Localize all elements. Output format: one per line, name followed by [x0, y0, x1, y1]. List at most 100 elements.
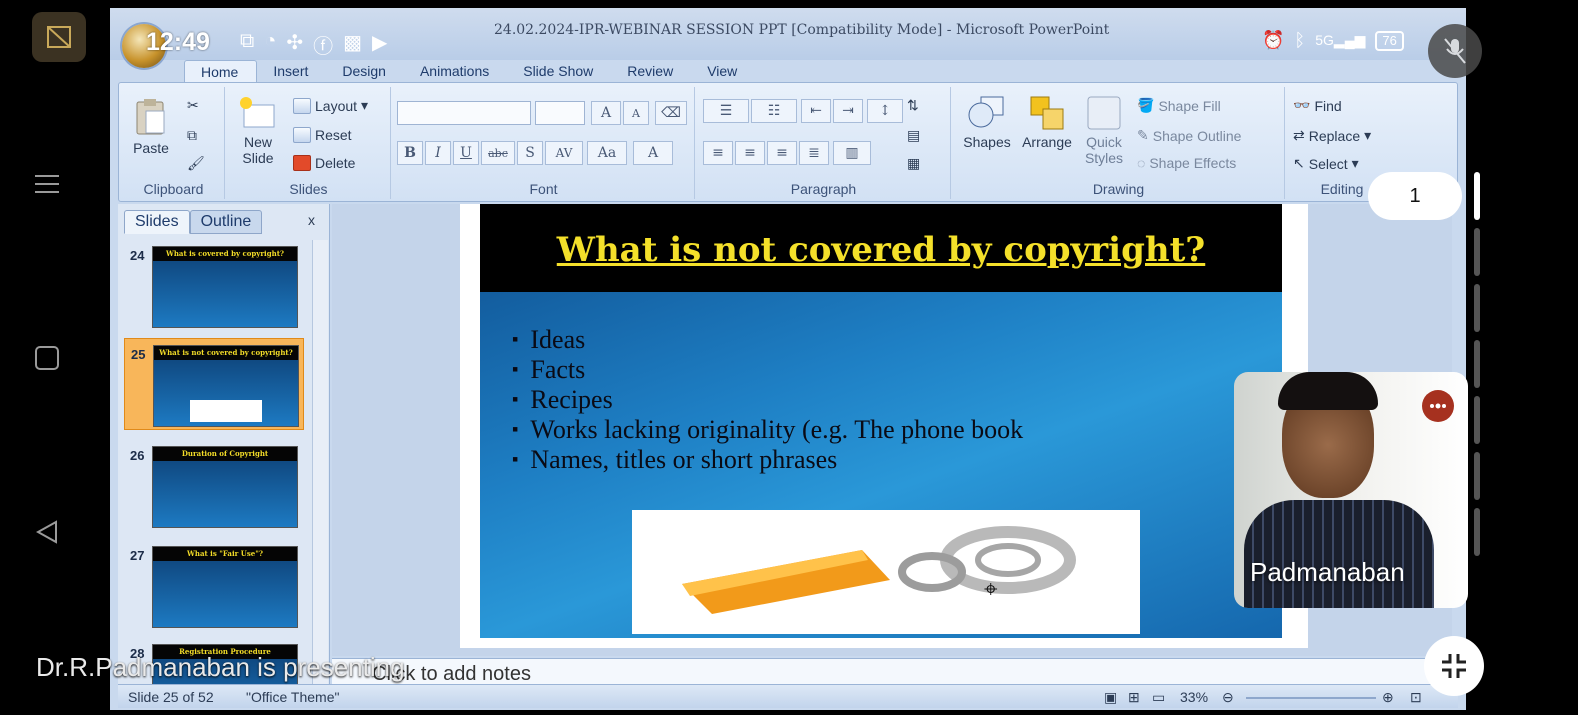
shape-fill-button[interactable]: 🪣 Shape Fill	[1137, 97, 1221, 114]
shadow-button[interactable]: S	[517, 141, 543, 165]
arrange-button[interactable]: Arrange	[1017, 95, 1077, 150]
back-icon[interactable]	[22, 512, 72, 552]
clear-formatting-icon[interactable]: ⌫	[655, 101, 687, 125]
slide-bullet-list[interactable]: Ideas Facts Recipes Works lacking origin…	[512, 326, 1023, 476]
mic-off-icon[interactable]	[1428, 24, 1482, 78]
quick-styles-button[interactable]: Quick Styles	[1079, 95, 1129, 166]
close-panel-icon[interactable]: x	[308, 212, 315, 228]
thumbnail-number: 25	[131, 347, 146, 362]
align-text-icon[interactable]: ▤	[907, 127, 920, 144]
shapes-button[interactable]: Shapes	[957, 95, 1017, 150]
tab-view[interactable]: View	[691, 60, 755, 82]
replace-button[interactable]: ⇄ Replace ▾	[1293, 127, 1371, 144]
slide-thumbnail-27[interactable]: 27 What is "Fair Use"?	[124, 540, 304, 632]
zoom-in-icon[interactable]: ⊕	[1382, 689, 1394, 706]
fit-window-icon[interactable]: ⊡	[1410, 689, 1422, 706]
line-spacing-icon[interactable]: ↕	[867, 99, 903, 123]
screen-cast-icon: ⧉	[240, 30, 255, 52]
slides-group-label: Slides	[289, 181, 328, 197]
home-icon[interactable]	[22, 338, 72, 378]
slideshow-icon[interactable]: ▭	[1152, 689, 1165, 706]
tab-design[interactable]: Design	[326, 60, 404, 82]
drawing-group-label: Drawing	[1092, 181, 1145, 197]
bullets-icon[interactable]: ☰	[703, 99, 749, 123]
bullet-item: Ideas	[512, 326, 1023, 356]
thumbnail-number: 24	[130, 248, 145, 263]
new-slide-button[interactable]: New Slide	[233, 97, 283, 166]
participant-video-tile[interactable]: Padmanaban	[1234, 372, 1468, 608]
zoom-slider[interactable]	[1246, 697, 1376, 699]
select-button[interactable]: ↖ Select ▾	[1293, 155, 1359, 172]
underline-button[interactable]: U	[453, 141, 479, 165]
arrange-icon	[1030, 96, 1064, 130]
text-direction-icon[interactable]: ⇅	[907, 97, 919, 114]
slide-thumbnail-25[interactable]: 25 What is not covered by copyright?	[124, 338, 304, 430]
increase-indent-icon[interactable]: ⇥	[833, 99, 863, 123]
tab-home[interactable]: Home	[184, 60, 258, 82]
more-options-icon[interactable]	[1422, 390, 1454, 422]
justify-icon[interactable]: ≣	[799, 141, 829, 165]
numbering-icon[interactable]: ☷	[751, 99, 797, 123]
zoom-level[interactable]: 33%	[1180, 689, 1208, 705]
mouse-cursor-icon: ⌖	[984, 576, 998, 603]
effects-icon: ◌	[1137, 155, 1146, 171]
current-slide[interactable]: What is not covered by copyright? Ideas …	[460, 204, 1308, 648]
system-icons: ⏰ ᛒ 5G▂▄▆ 76	[1262, 30, 1404, 51]
copy-icon[interactable]: ⧉	[187, 127, 197, 144]
speaker-hair	[1278, 372, 1378, 410]
zoom-out-icon[interactable]: ⊖	[1222, 689, 1234, 706]
copyright-padlock-image[interactable]	[632, 510, 1140, 634]
slide-title-band: What is not covered by copyright?	[480, 204, 1282, 292]
slide-thumbnail-24[interactable]: 24 What is covered by copyright?	[124, 240, 304, 332]
thumbnail-image: Duration of Copyright	[152, 446, 298, 528]
tab-outline[interactable]: Outline	[189, 210, 263, 234]
grow-font-button[interactable]: A	[591, 101, 621, 125]
layout-button[interactable]: Layout ▾	[293, 97, 368, 114]
tab-slide-show[interactable]: Slide Show	[507, 60, 611, 82]
notes-pane[interactable]: Click to add notes	[332, 658, 1452, 686]
app-logo-icon[interactable]	[32, 12, 86, 62]
bullet-item: Works lacking originality (e.g. The phon…	[512, 416, 1023, 446]
exit-fullscreen-icon[interactable]	[1424, 636, 1484, 696]
menu-icon[interactable]	[22, 164, 72, 204]
slide-sorter-icon[interactable]: ⊞	[1128, 689, 1140, 706]
align-center-icon[interactable]: ≡	[735, 141, 765, 165]
bold-button[interactable]: B	[397, 141, 423, 165]
thumbnail-title: What is covered by copyright?	[153, 247, 297, 261]
android-nav-rail	[0, 0, 110, 715]
font-name-select[interactable]	[397, 101, 531, 125]
shrink-font-button[interactable]: A	[623, 101, 649, 125]
find-button[interactable]: 👓 Find	[1293, 97, 1342, 114]
shape-effects-button[interactable]: ◌ Shape Effects	[1137, 155, 1236, 171]
italic-button[interactable]: I	[425, 141, 451, 165]
align-left-icon[interactable]: ≡	[703, 141, 733, 165]
smartart-icon[interactable]: ▦	[907, 155, 920, 172]
decrease-indent-icon[interactable]: ⇤	[801, 99, 831, 123]
format-painter-icon[interactable]: 🖌	[187, 155, 205, 172]
reset-button[interactable]: Reset	[293, 127, 352, 143]
page-indicator-dot	[1474, 228, 1480, 276]
strikethrough-button[interactable]: abc	[481, 141, 515, 165]
panel-scrollbar[interactable]	[312, 240, 328, 686]
slide-thumbnail-26[interactable]: 26 Duration of Copyright	[124, 440, 304, 532]
bullet-item: Facts	[512, 356, 1023, 386]
font-size-select[interactable]	[535, 101, 585, 125]
presenting-banner: Dr.R.Padmanaban is presenting	[36, 652, 405, 682]
delete-button[interactable]: Delete	[293, 155, 355, 171]
tab-review[interactable]: Review	[611, 60, 691, 82]
cut-icon[interactable]: ✂	[187, 97, 199, 114]
shape-outline-button[interactable]: ✎ Shape Outline	[1137, 127, 1241, 144]
paint-bucket-icon: 🪣	[1137, 97, 1155, 113]
paste-button[interactable]: Paste	[131, 97, 171, 156]
font-color-button[interactable]: A	[633, 141, 673, 165]
columns-icon[interactable]: ▥	[833, 141, 871, 165]
change-case-button[interactable]: Aa	[587, 141, 627, 165]
normal-view-icon[interactable]: ▣	[1104, 689, 1117, 706]
align-right-icon[interactable]: ≡	[767, 141, 797, 165]
tab-animations[interactable]: Animations	[404, 60, 507, 82]
tab-slides[interactable]: Slides	[124, 210, 190, 234]
slide-title[interactable]: What is not covered by copyright?	[480, 230, 1282, 270]
participant-count-badge[interactable]: 1	[1368, 172, 1462, 220]
character-spacing-button[interactable]: AV	[545, 141, 583, 165]
tab-insert[interactable]: Insert	[257, 60, 326, 82]
